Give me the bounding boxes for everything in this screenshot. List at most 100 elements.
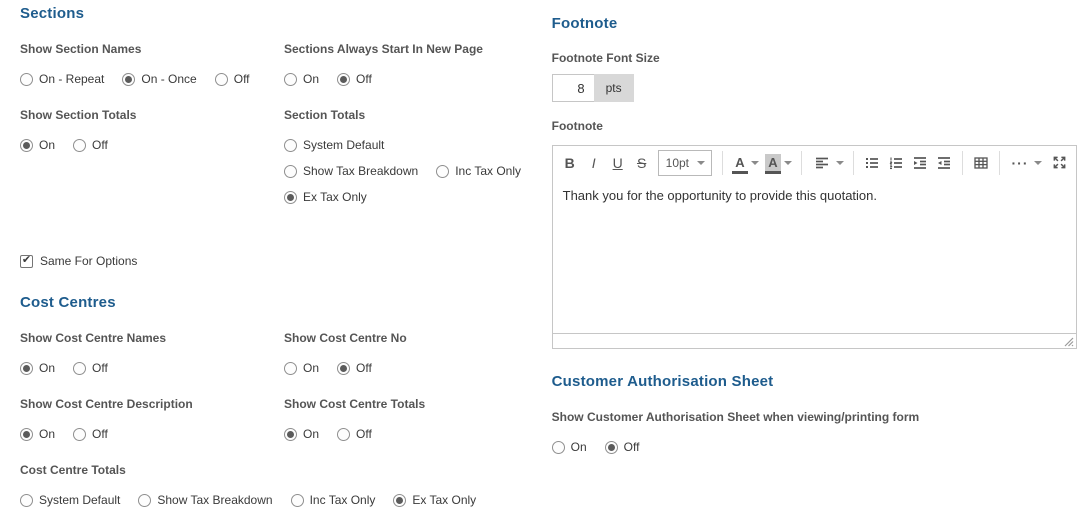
radio-icon[interactable] [20, 73, 33, 86]
radio-option-off[interactable]: Off [73, 138, 108, 152]
radio-option-on[interactable]: On [284, 361, 319, 375]
field-show-cost-centre-names: Show Cost Centre Names On Off [20, 331, 280, 375]
radio-selected-icon[interactable] [20, 428, 33, 441]
radio-option-inc-tax-only[interactable]: Inc Tax Only [291, 493, 376, 507]
font-size-select[interactable]: 10pt [658, 150, 712, 176]
underline-button[interactable]: U [607, 151, 629, 175]
field-label: Section Totals [284, 108, 550, 122]
field-label: Show Cost Centre Names [20, 331, 280, 345]
text-color-button[interactable]: A [730, 152, 761, 174]
field-section-totals: Section Totals System Default Show Tax Br… [284, 108, 550, 204]
radio-icon[interactable] [138, 494, 151, 507]
radio-selected-icon[interactable] [20, 362, 33, 375]
field-label: Show Section Names [20, 42, 280, 56]
radio-selected-icon[interactable] [337, 73, 350, 86]
more-button[interactable]: ··· [1007, 151, 1044, 175]
footnote-font-size-group: pts [552, 74, 634, 102]
align-left-icon [811, 151, 833, 175]
radio-selected-icon[interactable] [20, 139, 33, 152]
radio-icon[interactable] [20, 494, 33, 507]
radio-option-off[interactable]: Off [337, 427, 372, 441]
table-icon[interactable] [970, 151, 992, 175]
radio-option-off[interactable]: Off [605, 440, 640, 454]
radio-icon[interactable] [284, 73, 297, 86]
outdent-icon[interactable] [933, 151, 955, 175]
footnote-rich-text-editor: B I U S 10pt A A [552, 145, 1077, 349]
footnote-editor-label: Footnote [552, 119, 1077, 133]
radio-selected-icon[interactable] [122, 73, 135, 86]
radio-icon[interactable] [291, 494, 304, 507]
radio-option-on[interactable]: On [20, 361, 55, 375]
radio-option-off[interactable]: Off [73, 361, 108, 375]
radio-option-off[interactable]: Off [215, 72, 250, 86]
radio-icon[interactable] [73, 139, 86, 152]
radio-selected-icon[interactable] [605, 441, 618, 454]
strikethrough-button[interactable]: S [631, 151, 653, 175]
fullscreen-icon[interactable] [1048, 151, 1070, 175]
radio-option-label: Off [356, 72, 372, 86]
align-button[interactable] [809, 151, 846, 175]
radio-icon[interactable] [215, 73, 228, 86]
radio-selected-icon[interactable] [393, 494, 406, 507]
indent-icon[interactable] [909, 151, 931, 175]
background-color-button[interactable]: A [763, 152, 794, 174]
radio-option-label: On [303, 427, 319, 441]
radio-option-off[interactable]: Off [337, 72, 372, 86]
customer-authorisation-title: Customer Authorisation Sheet [552, 373, 1077, 390]
italic-button[interactable]: I [583, 151, 605, 175]
radio-icon[interactable] [436, 165, 449, 178]
field-show-cost-centre-totals: Show Cost Centre Totals OnOff [284, 397, 550, 441]
field-label: Cost Centre Totals [20, 463, 550, 477]
check-icon: ✔ [22, 255, 31, 266]
radio-option-inc-tax-only[interactable]: Inc Tax Only [436, 164, 521, 178]
toolbar-divider [801, 151, 802, 175]
same-for-options-checkbox[interactable]: ✔ Same For Options [20, 254, 137, 268]
radio-option-on-repeat[interactable]: On - Repeat [20, 72, 104, 86]
field-show-section-names: Show Section Names On - Repeat On - Once O… [20, 42, 280, 86]
radio-option-label: On - Repeat [39, 72, 104, 86]
resize-handle-icon[interactable] [1062, 335, 1074, 347]
radio-option-on[interactable]: On [284, 72, 319, 86]
footnote-font-size-input[interactable] [552, 74, 594, 102]
radio-group-sections-always-new-page: On Off [284, 72, 550, 86]
radio-selected-icon[interactable] [284, 191, 297, 204]
radio-icon[interactable] [337, 428, 350, 441]
chevron-down-icon [697, 161, 705, 165]
editor-content[interactable]: Thank you for the opportunity to provide… [553, 179, 1076, 333]
radio-group-show-cost-centre-totals: On Off [284, 427, 550, 441]
radio-option-on-once[interactable]: On - Once [122, 72, 196, 86]
radio-option-ex-tax-only[interactable]: Ex Tax Only [284, 190, 367, 204]
toolbar-divider [962, 151, 963, 175]
bold-button[interactable]: B [559, 151, 581, 175]
radio-icon[interactable] [73, 428, 86, 441]
radio-option-on[interactable]: On [20, 427, 55, 441]
radio-option-on[interactable]: On [552, 440, 587, 454]
radio-option-label: Off [356, 427, 372, 441]
radio-option-label: Off [92, 427, 108, 441]
radio-selected-icon[interactable] [284, 428, 297, 441]
checkbox-icon[interactable]: ✔ [20, 255, 33, 268]
footnote-font-size-unit: pts [594, 74, 634, 102]
radio-option-on[interactable]: On [284, 427, 319, 441]
radio-option-system-default[interactable]: System Default [284, 138, 384, 152]
radio-icon[interactable] [552, 441, 565, 454]
radio-option-label: Ex Tax Only [303, 190, 367, 204]
bullet-list-icon[interactable] [861, 151, 883, 175]
radio-icon[interactable] [284, 362, 297, 375]
numbered-list-icon[interactable] [885, 151, 907, 175]
radio-option-label: On [39, 361, 55, 375]
field-show-section-totals: Show Section Totals OnOff [20, 108, 280, 204]
radio-option-off[interactable]: Off [337, 361, 372, 375]
radio-icon[interactable] [284, 165, 297, 178]
radio-group-show-section-totals: On Off [20, 138, 280, 152]
radio-option-system-default[interactable]: System Default [20, 493, 120, 507]
radio-icon[interactable] [73, 362, 86, 375]
radio-option-off[interactable]: Off [73, 427, 108, 441]
radio-option-show-tax-breakdown[interactable]: Show Tax Breakdown [138, 493, 272, 507]
radio-selected-icon[interactable] [337, 362, 350, 375]
radio-option-show-tax-breakdown[interactable]: Show Tax Breakdown [284, 164, 418, 178]
radio-option-ex-tax-only[interactable]: Ex Tax Only [393, 493, 476, 507]
radio-option-on[interactable]: On [20, 138, 55, 152]
settings-page: Sections Show Section Names On - RepeatO… [0, 0, 1089, 482]
radio-icon[interactable] [284, 139, 297, 152]
